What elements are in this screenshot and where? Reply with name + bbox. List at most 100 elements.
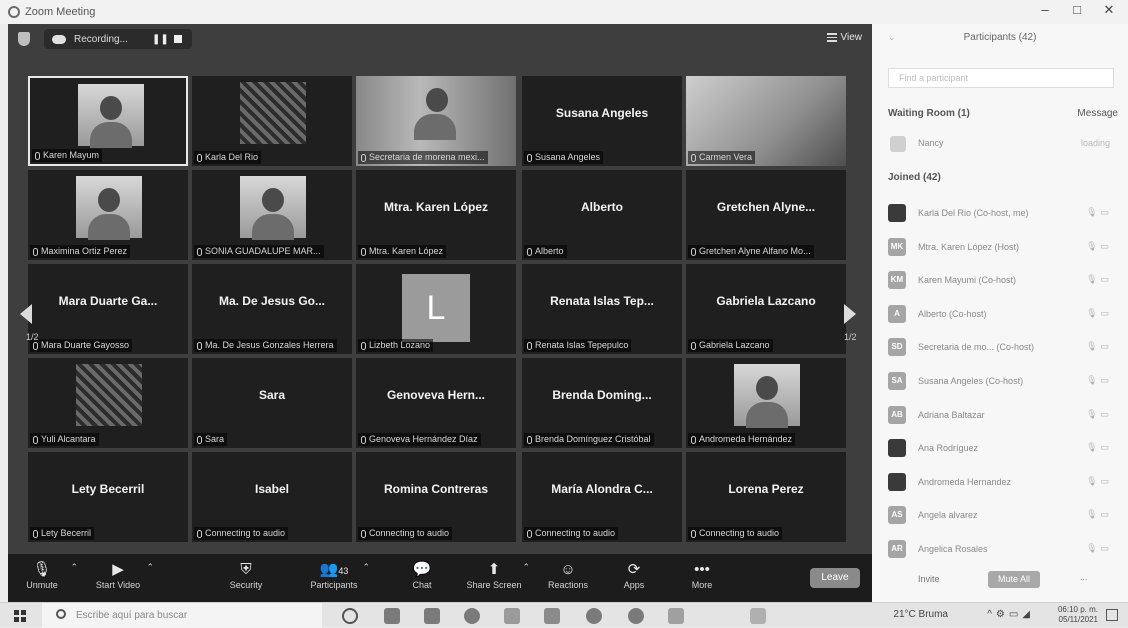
leave-button[interactable]: Leave [810,568,860,588]
participant-row[interactable]: AS Angela alvarez 🎙▭ [888,500,1118,534]
panel-more-button[interactable]: ... [1080,572,1088,582]
video-tile[interactable]: Isabel Connecting to audio [192,452,352,542]
video-tile[interactable]: Genoveva Hern... Genoveva Hernández Díaz [356,358,516,448]
mic-camera-status-icon: 🎙▭ [1086,408,1112,419]
video-tile[interactable]: Karen Mayum [28,76,188,166]
video-tile[interactable]: Yuli Alcantara [28,358,188,448]
joined-header[interactable]: Joined (42) [888,172,941,183]
video-tile[interactable]: Alberto Alberto [522,170,682,260]
notifications-icon[interactable] [1106,609,1118,621]
participants-button[interactable]: 👥43 Participants ⌃ [304,560,370,590]
avatar: MK [888,237,906,256]
chrome-icon[interactable] [464,608,480,624]
video-tile[interactable]: Maximina Ortiz Perez [28,170,188,260]
stop-recording-button[interactable] [174,35,182,43]
taskbar-app2-icon[interactable] [586,608,602,624]
video-tile[interactable]: Romina Contreras Connecting to audio [356,452,516,542]
participant-row[interactable]: MK Mtra. Karen López (Host) 🎙▭ [888,232,1118,266]
video-tile[interactable]: Susana Angeles Susana Angeles [522,76,682,166]
weather-status[interactable]: 21°C Bruma [893,609,948,620]
tile-label-text: Karla Del Rio [205,152,259,162]
video-tile[interactable]: Renata Islas Tep... Renata Islas Tepepulc… [522,264,682,354]
waiting-room-item[interactable]: Nancy loading [888,134,1114,154]
video-tile[interactable]: Brenda Doming... Brenda Domínguez Cristób… [522,358,682,448]
participant-row[interactable]: A Alberto (Co-host) 🎙▭ [888,299,1118,333]
microphone-muted-icon [527,341,532,350]
participant-row[interactable]: AB Adriana Baltazar 🎙▭ [888,400,1118,434]
windows-start-icon[interactable] [14,610,26,622]
avatar [888,204,906,222]
microphone-muted-icon [527,153,532,162]
video-tile[interactable]: L Lizbeth Lozano [356,264,516,354]
video-tile[interactable]: Ma. De Jesus Go... Ma. De Jesus Gonzales … [192,264,352,354]
video-tile[interactable]: María Alondra C... Connecting to audio [522,452,682,542]
file-explorer-icon[interactable] [424,608,440,624]
audio-options-caret-icon[interactable]: ⌃ [70,562,78,573]
tile-name-label: Connecting to audio [358,527,453,540]
view-button[interactable]: View [826,32,862,43]
pause-recording-button[interactable]: ❚❚ [152,34,169,45]
zoom-taskbar-icon[interactable] [628,608,644,624]
participant-row[interactable]: Karla Del Rio (Co-host, me) 🎙▭ [888,198,1118,232]
previous-page-arrow-icon[interactable] [20,304,32,324]
video-tile[interactable]: Lorena Perez Connecting to audio [686,452,846,542]
video-tile[interactable]: Andromeda Hernández [686,358,846,448]
taskbar-app-icon[interactable] [384,608,400,624]
video-tile[interactable]: Secretaria de morena mexi... [356,76,516,166]
participant-row[interactable]: AR Angelica Rosales 🎙▭ [888,534,1118,568]
video-tile[interactable]: Gretchen Alyne... Gretchen Alyne Alfano M… [686,170,846,260]
taskbar-app4-icon[interactable] [750,608,766,624]
minimize-button[interactable]: – [1030,2,1060,17]
tile-name-label: Ma. De Jesus Gonzales Herrera [194,339,337,352]
participant-row[interactable]: Ana Rodríguez 🎙▭ [888,433,1118,467]
taskbar-app3-icon[interactable] [668,608,684,624]
video-tile[interactable]: Carmen Vera [686,76,846,166]
apps-button[interactable]: ⟳ Apps [604,560,664,590]
microphone-muted-icon [33,247,38,256]
participant-row[interactable]: KM Karen Mayumi (Co-host) 🎙▭ [888,265,1118,299]
video-tile[interactable]: Lety Becerril Lety Becerril [28,452,188,542]
shield-icon[interactable] [18,32,30,46]
start-video-button[interactable]: ▶ Start Video ⌃ [88,560,154,590]
search-icon [56,609,66,619]
video-tile[interactable]: SONIA GUADALUPE MAR... [192,170,352,260]
microphone-muted-icon [361,341,366,350]
reactions-button[interactable]: ☺ Reactions [538,560,598,590]
task-view-icon[interactable] [342,608,358,624]
taskbar-search-input[interactable]: Escribe aquí para buscar [42,603,322,628]
system-tray-icons[interactable]: ^⚙▭◢ [987,609,1034,620]
more-button[interactable]: ••• More [672,560,732,590]
video-tile[interactable]: Mara Duarte Ga... Mara Duarte Gayosso [28,264,188,354]
chat-button[interactable]: 💬 Chat [392,560,452,590]
invite-button[interactable]: Invite [918,574,940,584]
participant-search-input[interactable]: Find a participant [888,68,1114,88]
video-tile[interactable]: Sara Sara [192,358,352,448]
participant-row[interactable]: SD Secretaria de mo... (Co-host) 🎙▭ [888,332,1118,366]
participants-caret-icon[interactable]: ⌃ [362,562,370,573]
tile-name-label: Secretaria de morena mexi... [358,151,488,164]
waiting-room-message-button[interactable]: Message [1077,108,1118,119]
zoom-logo-icon [8,6,20,18]
waiting-room-header[interactable]: Waiting Room (1) [888,108,970,119]
store-icon[interactable] [544,608,560,624]
tile-name-label: Yuli Alcantara [30,433,99,446]
unmute-button[interactable]: 🎙 Unmute ⌃ [12,560,78,590]
next-page-arrow-icon[interactable] [844,304,856,324]
microphone-muted-icon: 🎙 [32,561,52,578]
edge-icon[interactable] [504,608,520,624]
security-button[interactable]: ⛨ Security [216,560,276,590]
video-tile[interactable]: Gabriela Lazcano Gabriela Lazcano [686,264,846,354]
taskbar-clock[interactable]: 06:10 p. m. 05/11/2021 [1058,605,1098,625]
participant-row[interactable]: SA Susana Angeles (Co-host) 🎙▭ [888,366,1118,400]
share-screen-button[interactable]: ⬆ Share Screen ⌃ [464,560,530,590]
maximize-button[interactable]: □ [1062,2,1092,17]
close-button[interactable]: ✕ [1094,2,1124,18]
mute-all-button[interactable]: Mute All [988,571,1040,588]
share-options-caret-icon[interactable]: ⌃ [522,562,530,573]
tile-label-text: Alberto [535,246,564,256]
video-tile[interactable]: Karla Del Rio [192,76,352,166]
tile-display-name: María Alondra C... [551,482,653,496]
video-options-caret-icon[interactable]: ⌃ [146,562,154,573]
participant-row[interactable]: Andromeda Hernandez 🎙▭ [888,467,1118,501]
video-tile[interactable]: Mtra. Karen López Mtra. Karen López [356,170,516,260]
